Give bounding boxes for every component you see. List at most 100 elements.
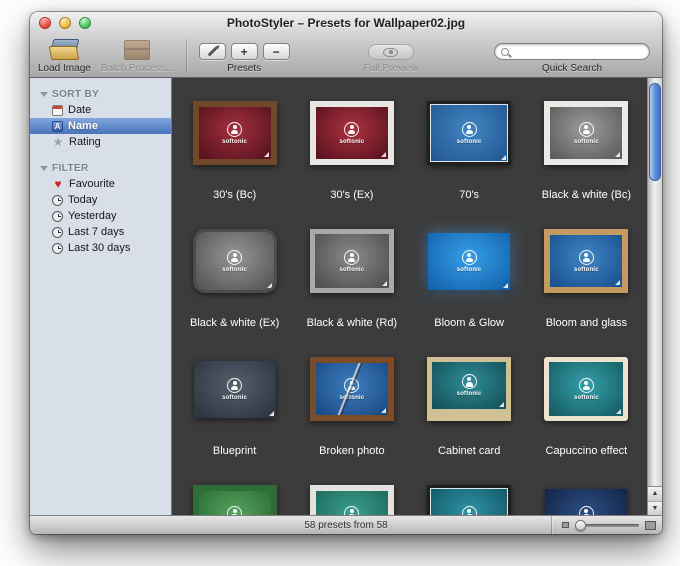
preset-item[interactable]: softonic 70's — [411, 86, 528, 214]
sidebar-item-yesterday[interactable]: Yesterday — [30, 208, 171, 224]
softonic-logo: softonic — [199, 107, 271, 159]
preset-item[interactable]: softonic 30's (Bc) — [176, 86, 293, 214]
preset-item[interactable]: softonic — [293, 470, 410, 515]
size-slider-thumb[interactable] — [575, 519, 586, 531]
batch-process-button[interactable]: Batch Process... — [101, 40, 174, 74]
name-icon — [52, 120, 63, 132]
sidebar-item-label: Today — [68, 194, 98, 206]
zoom-button[interactable] — [79, 17, 91, 29]
preset-item[interactable]: softonic — [411, 470, 528, 515]
softonic-logo: softonic — [432, 362, 506, 409]
add-preset-button[interactable]: + — [230, 43, 258, 60]
sidebar-item-rating[interactable]: ★ Rating — [30, 134, 171, 150]
preset-image: softonic — [314, 234, 389, 288]
sidebar-item-today[interactable]: Today — [30, 192, 171, 208]
load-image-button[interactable]: Load Image — [38, 39, 91, 74]
preset-item[interactable]: softonic Capuccino effect — [528, 342, 645, 470]
size-slider[interactable] — [575, 519, 639, 531]
preset-thumbnail: softonic — [309, 101, 394, 165]
softonic-logo: softonic — [430, 104, 508, 162]
preset-item[interactable]: softonic Cabinet card — [411, 342, 528, 470]
preset-item[interactable]: softonic Black & white (Ex) — [176, 214, 293, 342]
thumbnail-size-control — [551, 516, 656, 534]
corner-badge-icon — [380, 152, 386, 157]
scroll-up-button[interactable]: ▲ — [648, 487, 662, 501]
toolbar-divider — [185, 39, 187, 73]
minimize-button[interactable] — [59, 17, 71, 29]
quick-search-input[interactable] — [513, 44, 660, 59]
softonic-logo-text: softonic — [456, 391, 482, 397]
close-button[interactable] — [39, 17, 51, 29]
preset-item[interactable]: softonic Bloom & Glow — [411, 214, 528, 342]
preset-thumbnail: softonic — [544, 229, 629, 293]
preset-item[interactable]: softonic Black & white (Rd) — [293, 214, 410, 342]
softonic-logo-text: softonic — [456, 266, 482, 273]
corner-badge-icon — [499, 402, 505, 407]
softonic-logo-icon — [227, 121, 243, 137]
main-area: SORT BY Date Name ★ Rating FILTER ♥ Favo — [30, 78, 662, 515]
softonic-logo-icon — [461, 374, 477, 389]
preset-image: softonic — [545, 488, 628, 515]
preset-image: softonic — [315, 363, 388, 415]
quick-search-field — [494, 43, 660, 60]
preset-item[interactable]: softonic Broken photo — [293, 342, 410, 470]
full-preview-label: Full Preview — [363, 63, 419, 74]
vertical-scrollbar[interactable]: ▲ ▼ — [647, 78, 662, 515]
preset-thumbnail: softonic — [309, 357, 394, 421]
sort-by-title: SORT BY — [52, 88, 100, 100]
sidebar-item-date[interactable]: Date — [30, 102, 171, 118]
disclosure-triangle-icon — [40, 165, 48, 171]
preset-image: softonic — [198, 491, 271, 515]
pencil-icon — [207, 46, 218, 57]
preset-image: softonic — [430, 488, 509, 515]
softonic-logo: softonic — [550, 107, 622, 159]
preset-item[interactable]: softonic — [528, 470, 645, 515]
preset-item[interactable]: softonic 30's (Ex) — [293, 86, 410, 214]
preset-image: softonic — [315, 107, 388, 159]
app-window: PhotoStyler – Presets for Wallpaper02.jp… — [30, 12, 662, 534]
preset-image: softonic — [432, 362, 507, 409]
preset-thumbnail: softonic — [309, 229, 394, 293]
sidebar-item-favourite[interactable]: ♥ Favourite — [30, 176, 171, 192]
sidebar-item-name[interactable]: Name — [30, 118, 171, 134]
softonic-logo-icon — [578, 505, 594, 515]
titlebar[interactable]: PhotoStyler – Presets for Wallpaper02.jp… — [30, 12, 662, 34]
preset-item[interactable]: softonic Bloom and glass — [528, 214, 645, 342]
star-icon: ★ — [52, 134, 64, 149]
sidebar-item-last-7-days[interactable]: Last 7 days — [30, 224, 171, 240]
scrollbar-thumb[interactable] — [649, 83, 661, 181]
softonic-logo-icon — [227, 505, 243, 515]
preset-thumbnail: softonic — [193, 360, 276, 418]
preset-browser: softonic 30's (Bc) softonic 30's (Ex) so… — [172, 78, 662, 515]
softonic-logo-text: softonic — [222, 394, 248, 401]
corner-badge-icon — [381, 281, 387, 286]
preset-thumbnail: softonic — [427, 101, 512, 165]
softonic-logo-icon — [578, 377, 594, 393]
softonic-logo-text: softonic — [339, 138, 365, 145]
sidebar: SORT BY Date Name ★ Rating FILTER ♥ Favo — [30, 78, 172, 515]
scroll-down-button[interactable]: ▼ — [648, 500, 662, 515]
preset-item[interactable]: softonic — [176, 470, 293, 515]
remove-preset-button[interactable]: − — [262, 43, 290, 60]
preset-label: 30's (Ex) — [330, 189, 374, 201]
preset-label: Bloom and glass — [545, 317, 628, 329]
quick-search-group: Quick Search — [492, 43, 660, 74]
sidebar-item-label: Favourite — [69, 178, 115, 190]
status-bar: 58 presets from 58 — [30, 515, 662, 534]
preset-thumbnail: softonic — [192, 229, 277, 293]
preset-thumbnail: softonic — [545, 488, 628, 515]
sidebar-item-label: Yesterday — [68, 210, 117, 222]
edit-preset-button[interactable] — [198, 43, 226, 60]
preset-item[interactable]: softonic Blueprint — [176, 342, 293, 470]
sidebar-item-label: Last 30 days — [68, 242, 131, 254]
sort-by-header[interactable]: SORT BY — [30, 86, 171, 102]
softonic-logo: softonic — [199, 491, 271, 515]
eye-icon — [383, 47, 399, 57]
softonic-logo-icon — [578, 249, 594, 265]
sidebar-item-last-30-days[interactable]: Last 30 days — [30, 240, 171, 256]
preset-image: softonic — [315, 491, 388, 515]
small-thumbnails-icon — [562, 522, 569, 528]
full-preview-button[interactable]: Full Preview — [364, 44, 418, 74]
preset-item[interactable]: softonic Black & white (Bc) — [528, 86, 645, 214]
filter-header[interactable]: FILTER — [30, 160, 171, 176]
